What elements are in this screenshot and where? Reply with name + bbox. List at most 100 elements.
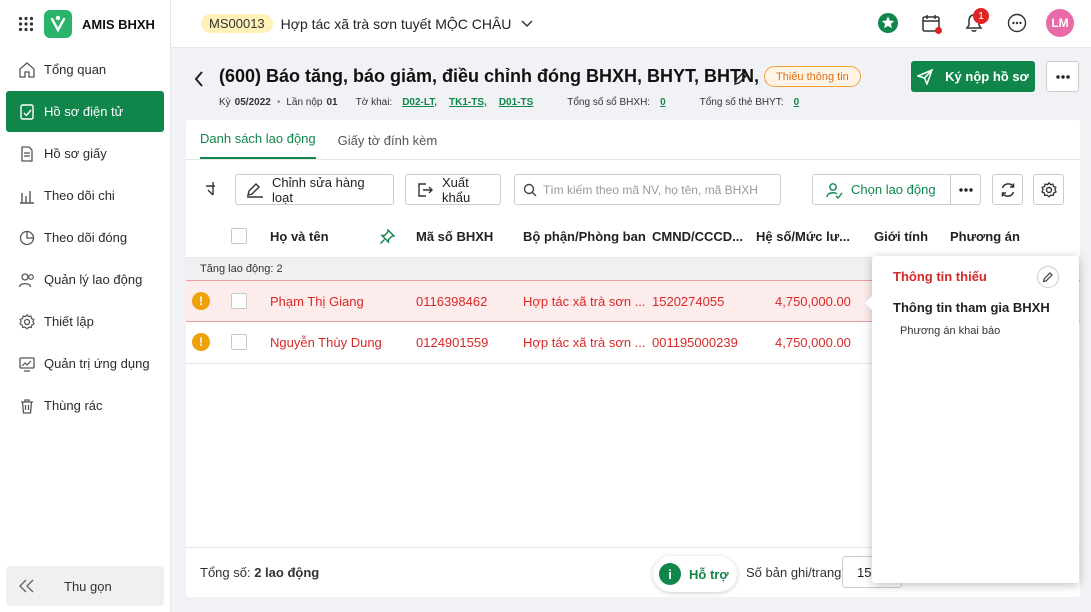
- topbar-actions: 1 LM: [860, 8, 1075, 38]
- sidebar-item-settings[interactable]: Thiết lập: [6, 301, 164, 342]
- sidebar-item-label: Hồ sơ điện tử: [44, 104, 124, 119]
- app-name: AMIS BHXH: [82, 16, 155, 32]
- popover-title: Thông tin thiếu: [893, 269, 987, 284]
- trash-icon: [18, 397, 36, 415]
- cell-id-card: 001195000239: [652, 335, 738, 350]
- total-label: Tổng số:: [200, 565, 251, 580]
- collapse-label: Thu gọn: [64, 578, 112, 594]
- column-header-bhxh[interactable]: Mã số BHXH: [416, 229, 493, 244]
- cell-department: Hợp tác xã trà sơn ...: [523, 335, 646, 350]
- sidebar-item-label: Quản lý lao động: [44, 272, 143, 287]
- period-value: 05/2022: [234, 97, 271, 108]
- home-icon: [18, 61, 36, 79]
- sidebar-item-label: Quản trị ứng dụng: [44, 356, 150, 371]
- forms-label: Tờ khai:: [355, 97, 393, 108]
- forms-group: Tờ khai: D02-LT, TK1-TS, D01-TS: [356, 97, 546, 108]
- choose-employee-button[interactable]: Chọn lao động: [812, 174, 951, 205]
- form-link-d01[interactable]: D01-TS: [499, 97, 533, 108]
- select-all-checkbox[interactable]: [231, 228, 247, 244]
- gear-icon: [1040, 181, 1058, 199]
- star-badge-icon[interactable]: [873, 8, 903, 38]
- column-header-plan[interactable]: Phương án: [950, 229, 1020, 244]
- sign-submit-button[interactable]: Ký nộp hồ sơ: [911, 61, 1035, 92]
- page-meta: Kỳ 05/2022 • Lần nộp 01 Tờ khai: D02-LT,…: [219, 97, 815, 108]
- column-header-id-card[interactable]: CMND/CCCD...: [652, 229, 743, 244]
- warning-icon[interactable]: !: [192, 333, 210, 351]
- popover-arrow: [865, 296, 872, 310]
- search-icon: [523, 183, 537, 197]
- bar-chart-icon: [18, 187, 36, 205]
- search-input[interactable]: [543, 182, 773, 197]
- bulk-edit-label: Chỉnh sửa hàng loạt: [272, 174, 365, 205]
- document-icon: [18, 145, 36, 163]
- user-avatar[interactable]: LM: [1045, 8, 1075, 38]
- collapse-sidebar-button[interactable]: Thu gọn: [6, 566, 164, 606]
- row-checkbox[interactable]: [231, 334, 247, 350]
- refresh-icon: [999, 181, 1017, 199]
- tab-attachments[interactable]: Giấy tờ đính kèm: [338, 133, 438, 159]
- form-link-tk1[interactable]: TK1-TS,: [449, 97, 487, 108]
- sidebar-item-trash[interactable]: Thùng rác: [6, 385, 164, 426]
- sidebar-item-overview[interactable]: Tổng quan: [6, 49, 164, 90]
- gear-icon: [18, 313, 36, 331]
- pencil-icon[interactable]: [731, 68, 751, 88]
- bhxh-count-group: Tổng số sổ BHXH: 0: [567, 97, 677, 108]
- bhyt-count-value[interactable]: 0: [794, 97, 800, 108]
- chevron-down-icon[interactable]: [521, 19, 533, 28]
- table-header: Họ và tên Mã số BHXH Bộ phận/Phòng ban C…: [186, 216, 1080, 258]
- sidebar-item-expense-tracking[interactable]: Theo dõi chi: [6, 175, 164, 216]
- sidebar-nav: Tổng quan Hồ sơ điện tử Hồ sơ giấy Theo …: [0, 49, 170, 426]
- bhxh-count-label: Tổng số sổ BHXH:: [567, 97, 651, 108]
- choose-employee-more-button[interactable]: [950, 174, 981, 205]
- sidebar-item-employee-management[interactable]: Quản lý lao động: [6, 259, 164, 300]
- pin-icon[interactable]: [379, 229, 395, 245]
- info-icon: i: [659, 563, 681, 585]
- settings-button[interactable]: [1033, 174, 1064, 205]
- sidebar-item-app-admin[interactable]: Quản trị ứng dụng: [6, 343, 164, 384]
- page-title: (600) Báo tăng, báo giảm, điều chỉnh đón…: [219, 66, 780, 86]
- warning-icon[interactable]: !: [192, 292, 210, 310]
- more-options-icon[interactable]: [1002, 8, 1032, 38]
- bulk-edit-button[interactable]: Chỉnh sửa hàng loạt: [235, 174, 394, 205]
- back-arrow-icon[interactable]: [186, 66, 212, 92]
- sidebar-item-label: Hồ sơ giấy: [44, 146, 107, 161]
- popover-edit-button[interactable]: [1037, 266, 1059, 288]
- header-more-button[interactable]: [1046, 61, 1079, 92]
- total-count: Tổng số: 2 lao động: [200, 565, 319, 580]
- column-header-department[interactable]: Bộ phận/Phòng ban: [523, 229, 646, 244]
- sort-icon[interactable]: [202, 180, 220, 198]
- app-grid-icon[interactable]: [18, 16, 34, 32]
- bell-icon[interactable]: 1: [959, 8, 989, 38]
- cell-bhxh: 0116398462: [416, 294, 488, 309]
- support-button[interactable]: i Hỗ trợ: [653, 556, 737, 592]
- period-label: Kỳ: [219, 97, 231, 108]
- total-value: 2 lao động: [254, 565, 320, 580]
- column-header-gender[interactable]: Giới tính: [874, 229, 928, 244]
- export-button[interactable]: Xuất khẩu: [405, 174, 501, 205]
- support-label: Hỗ trợ: [689, 566, 729, 582]
- org-code-badge: MS00013: [201, 14, 273, 33]
- column-header-salary[interactable]: Hệ số/Mức lư...: [756, 229, 850, 244]
- missing-info-tag: Thiếu thông tin: [764, 66, 861, 87]
- electronic-file-icon: [18, 103, 36, 121]
- sidebar-item-payment-tracking[interactable]: Theo dõi đóng: [6, 217, 164, 258]
- sidebar-item-electronic-file[interactable]: Hồ sơ điện tử: [6, 91, 164, 132]
- calendar-alert-dot: [935, 27, 942, 34]
- sidebar-item-label: Thùng rác: [44, 398, 103, 413]
- form-link-d02[interactable]: D02-LT,: [402, 97, 437, 108]
- bhxh-count-value[interactable]: 0: [660, 97, 666, 108]
- tab-employee-list[interactable]: Danh sách lao động: [200, 131, 316, 159]
- sidebar-item-paper-file[interactable]: Hồ sơ giấy: [6, 133, 164, 174]
- row-checkbox[interactable]: [231, 293, 247, 309]
- per-page-label: Số bản ghi/trang: [746, 565, 842, 580]
- column-header-name[interactable]: Họ và tên: [270, 229, 329, 244]
- refresh-button[interactable]: [992, 174, 1023, 205]
- export-label: Xuất khẩu: [442, 174, 471, 205]
- user-select-icon: [825, 181, 843, 199]
- calendar-icon[interactable]: [916, 8, 946, 38]
- bhyt-count-group: Tổng số thẻ BHYT: 0: [700, 97, 812, 108]
- org-name[interactable]: Hợp tác xã trà sơn tuyết MỘC CHÂU: [281, 16, 512, 32]
- cell-name: Nguyễn Thùy Dung: [270, 335, 382, 350]
- sidebar-item-label: Tổng quan: [44, 62, 107, 77]
- missing-info-popover: Thông tin thiếu Thông tin tham gia BHXH …: [865, 256, 1079, 583]
